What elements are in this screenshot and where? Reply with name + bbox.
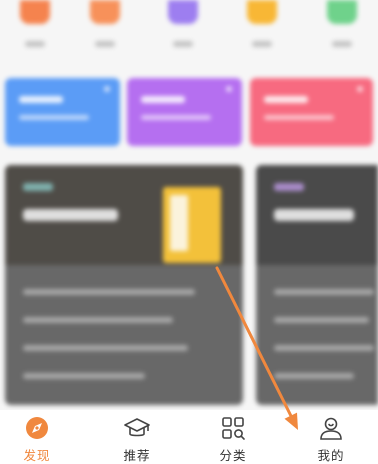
content-card-text-blurred bbox=[274, 345, 374, 351]
category-grid-icon bbox=[222, 417, 245, 440]
content-card-text-blurred bbox=[274, 317, 369, 323]
tab-label: 发现 bbox=[23, 448, 51, 463]
feature-card-title-blurred bbox=[19, 96, 63, 103]
tab-categories[interactable]: 分类 bbox=[198, 414, 268, 464]
feature-card[interactable] bbox=[5, 78, 120, 146]
content-card[interactable] bbox=[256, 165, 378, 405]
content-card-tag bbox=[274, 183, 304, 191]
quick-entry-label-blurred bbox=[25, 41, 45, 47]
content-card-text-blurred bbox=[274, 373, 354, 379]
quick-entry-label-blurred bbox=[173, 41, 193, 47]
tab-label: 我的 bbox=[317, 448, 345, 463]
content-card-cover-image bbox=[163, 187, 221, 263]
quick-entry-icon[interactable] bbox=[90, 0, 120, 24]
content-card-title-blurred bbox=[23, 209, 118, 221]
quick-entry-label-blurred bbox=[252, 41, 272, 47]
bottom-tab-bar: 发现 推荐 分类 我的 bbox=[0, 410, 378, 464]
quick-entry-icon[interactable] bbox=[327, 0, 357, 24]
content-card[interactable] bbox=[5, 165, 243, 405]
content-card-text-blurred bbox=[274, 289, 374, 295]
tab-label: 分类 bbox=[219, 448, 247, 463]
feature-card[interactable] bbox=[250, 78, 373, 146]
tab-label: 推荐 bbox=[123, 448, 151, 463]
tab-recommend[interactable]: 推荐 bbox=[102, 414, 172, 464]
quick-entry-icon[interactable] bbox=[20, 0, 50, 24]
profile-icon bbox=[320, 417, 342, 440]
feature-card-subtitle-blurred bbox=[19, 115, 89, 120]
home-content-blurred bbox=[0, 0, 378, 410]
quick-entry-icon[interactable] bbox=[247, 0, 277, 24]
feature-card[interactable] bbox=[127, 78, 242, 146]
content-card-text-blurred bbox=[23, 345, 188, 351]
feature-card-decoration bbox=[357, 86, 363, 92]
content-card-tag bbox=[23, 183, 53, 191]
cover-image-highlight bbox=[170, 195, 188, 251]
feature-card-title-blurred bbox=[141, 96, 185, 103]
graduation-cap-icon bbox=[124, 418, 150, 437]
feature-card-subtitle-blurred bbox=[264, 115, 334, 120]
content-card-title-blurred bbox=[274, 209, 354, 221]
feature-card-decoration bbox=[226, 86, 232, 92]
tab-profile[interactable]: 我的 bbox=[296, 414, 366, 464]
tab-discover[interactable]: 发现 bbox=[2, 414, 72, 464]
content-card-text-blurred bbox=[23, 373, 145, 379]
content-card-text-blurred bbox=[23, 289, 195, 295]
quick-entry-label-blurred bbox=[332, 41, 352, 47]
feature-card-subtitle-blurred bbox=[141, 115, 211, 120]
quick-entry-icon[interactable] bbox=[168, 0, 198, 24]
feature-card-decoration bbox=[104, 86, 110, 92]
quick-entry-label-blurred bbox=[95, 41, 115, 47]
content-card-text-blurred bbox=[23, 317, 173, 323]
feature-card-title-blurred bbox=[264, 96, 308, 103]
compass-icon bbox=[26, 417, 48, 439]
